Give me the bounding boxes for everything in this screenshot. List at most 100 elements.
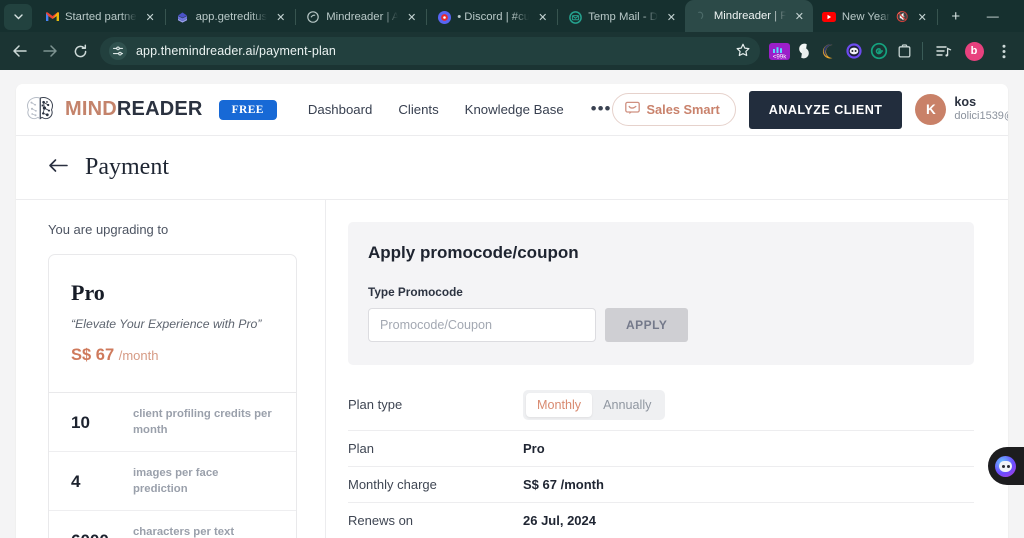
plan-type-option-annually[interactable]: Annually [592,393,662,417]
tab-title: Mindreader | P [713,10,786,22]
browser-tab[interactable]: Temp Mail - D ✕ [559,2,685,32]
plan-price: S$ 67 /month [71,346,274,365]
close-icon[interactable]: ✕ [535,10,550,25]
star-icon[interactable] [736,43,750,60]
upgrading-label: You are upgrading to [48,222,169,237]
nav-item-knowledge-base[interactable]: Knowledge Base [465,102,564,117]
brand-wordmark: MINDREADER [65,98,203,121]
tempmail-icon [568,10,582,24]
feature-value: 10 [71,412,90,432]
maximize-button[interactable] [1015,0,1024,32]
summary-key: Renews on [348,513,414,528]
tab-strip: Started partne ✕ app.getreditus ✕ Mindre… [0,0,1024,32]
user-name: kos [954,94,977,109]
url-text: app.themindreader.ai/payment-plan [136,44,336,58]
browser-toolbar: app.themindreader.ai/payment-plan <99k b [0,32,1024,70]
promocode-form: APPLY [368,308,954,342]
tab-search-chevron-down-icon[interactable] [4,4,32,30]
close-icon[interactable]: ✕ [143,10,158,25]
divider [936,9,938,25]
promocode-heading: Apply promocode/coupon [368,243,579,262]
close-icon[interactable]: ✕ [664,10,679,25]
ghost-extension-icon[interactable] [843,40,865,62]
close-icon[interactable]: ✕ [792,9,807,24]
page-viewport: MINDREADER FREE Dashboard Clients Knowle… [0,70,1024,538]
nav-item-clients[interactable]: Clients [398,102,438,117]
close-icon[interactable]: ✕ [915,10,930,25]
apply-promocode-button[interactable]: APPLY [605,308,689,342]
arrow-left-icon[interactable] [6,37,34,65]
similarweb-extension-icon[interactable]: <99k [768,40,790,62]
app-card: MINDREADER FREE Dashboard Clients Knowle… [16,84,1008,538]
upgrade-summary-panel: You are upgrading to Pro “Elevate Your E… [16,200,326,538]
promocode-input[interactable] [368,308,596,342]
user-info: kos dolici1539@no... [954,95,1008,124]
plan-price-amount: S$ 67 [71,346,115,364]
app-header: MINDREADER FREE Dashboard Clients Knowle… [16,84,1008,136]
divider [426,9,428,25]
browser-tab[interactable]: Started partne ✕ [36,2,164,32]
tab-title: Temp Mail - D [588,11,658,23]
browser-tab[interactable]: • Discord | #cu ✕ [428,2,556,32]
kebab-menu-icon[interactable] [990,37,1018,65]
minimize-button[interactable]: — [971,0,1015,32]
browser-tab-active[interactable]: Mindreader | P ✕ [684,0,813,32]
payment-details-panel: Apply promocode/coupon Type Promocode AP… [326,200,1008,538]
reading-list-icon[interactable] [930,37,958,65]
main-nav: Dashboard Clients Knowledge Base [308,102,564,117]
summary-value: 26 Jul, 2024 [523,513,596,528]
mindreader-icon [306,10,320,24]
plan-type-toggle[interactable]: Monthly Annually [523,389,666,420]
moon-extension-icon[interactable] [818,40,840,62]
youtube-icon [821,10,836,24]
sales-smart-button[interactable]: Sales Smart [611,93,736,126]
nav-item-dashboard[interactable]: Dashboard [308,102,373,117]
promocode-panel: Apply promocode/coupon Type Promocode AP… [348,222,974,365]
nav-overflow-button[interactable]: ••• [591,100,612,117]
arrow-right-icon[interactable] [36,37,64,65]
summary-rows: Plan type Monthly Annually Plan Pro Mont… [348,379,974,538]
tab-audio-muted-icon[interactable]: 🔇 [896,12,908,23]
grammarly-g-extension-icon[interactable] [868,40,890,62]
svg-text:<99k: <99k [772,53,786,60]
grammarly-extension-icon[interactable] [793,40,815,62]
tune-icon[interactable] [109,42,127,60]
browser-tab[interactable]: app.getreditus ✕ [167,2,295,32]
analyze-client-button[interactable]: ANALYZE CLIENT [748,90,903,129]
close-icon[interactable]: ✕ [273,10,288,25]
user-menu[interactable]: K kos dolici1539@no... [915,94,1008,125]
brand-mind: MIND [65,98,117,120]
header-actions: Sales Smart ANALYZE CLIENT K kos dolici1… [611,90,1008,129]
address-bar[interactable]: app.themindreader.ai/payment-plan [100,37,760,65]
plan-card: Pro “Elevate Your Experience with Pro” S… [48,254,297,538]
browser-tab[interactable]: Mindreader | A ✕ [297,2,425,32]
feature-label: images per face prediction [133,467,219,495]
extension-icons: <99k [768,40,915,62]
summary-row-plan: Plan Pro [348,431,974,467]
browser-tab[interactable]: New Year 🔇 ✕ [813,2,936,32]
close-icon[interactable]: ✕ [404,10,419,25]
chat-bubble-icon [624,101,640,118]
gmail-icon [45,10,59,24]
brand-logo[interactable]: MINDREADER [16,95,203,125]
new-tab-button[interactable]: + [943,3,969,29]
arrow-left-icon[interactable] [48,156,69,179]
plan-badge: FREE [218,99,277,120]
profile-avatar[interactable]: b [960,37,988,65]
summary-value: S$ 67 /month [523,477,604,492]
divider [557,9,559,25]
plan-feature-row: 10 client profiling credits per month [49,393,296,453]
tab-title: Started partne [65,11,137,23]
divider [922,42,923,60]
clipboard-extension-icon[interactable] [893,40,915,62]
summary-value: Pro [523,441,545,456]
chat-orb-icon [995,455,1016,477]
plan-tagline: “Elevate Your Experience with Pro” [71,317,262,331]
divider [164,9,166,25]
chat-widget-button[interactable] [988,447,1024,485]
page-header: Payment [16,136,1008,200]
plan-name: Pro [71,280,105,305]
plan-type-option-monthly[interactable]: Monthly [526,392,593,417]
plan-feature-row: 6000 characters per text prediction (max… [49,511,296,538]
reload-icon[interactable] [66,37,94,65]
